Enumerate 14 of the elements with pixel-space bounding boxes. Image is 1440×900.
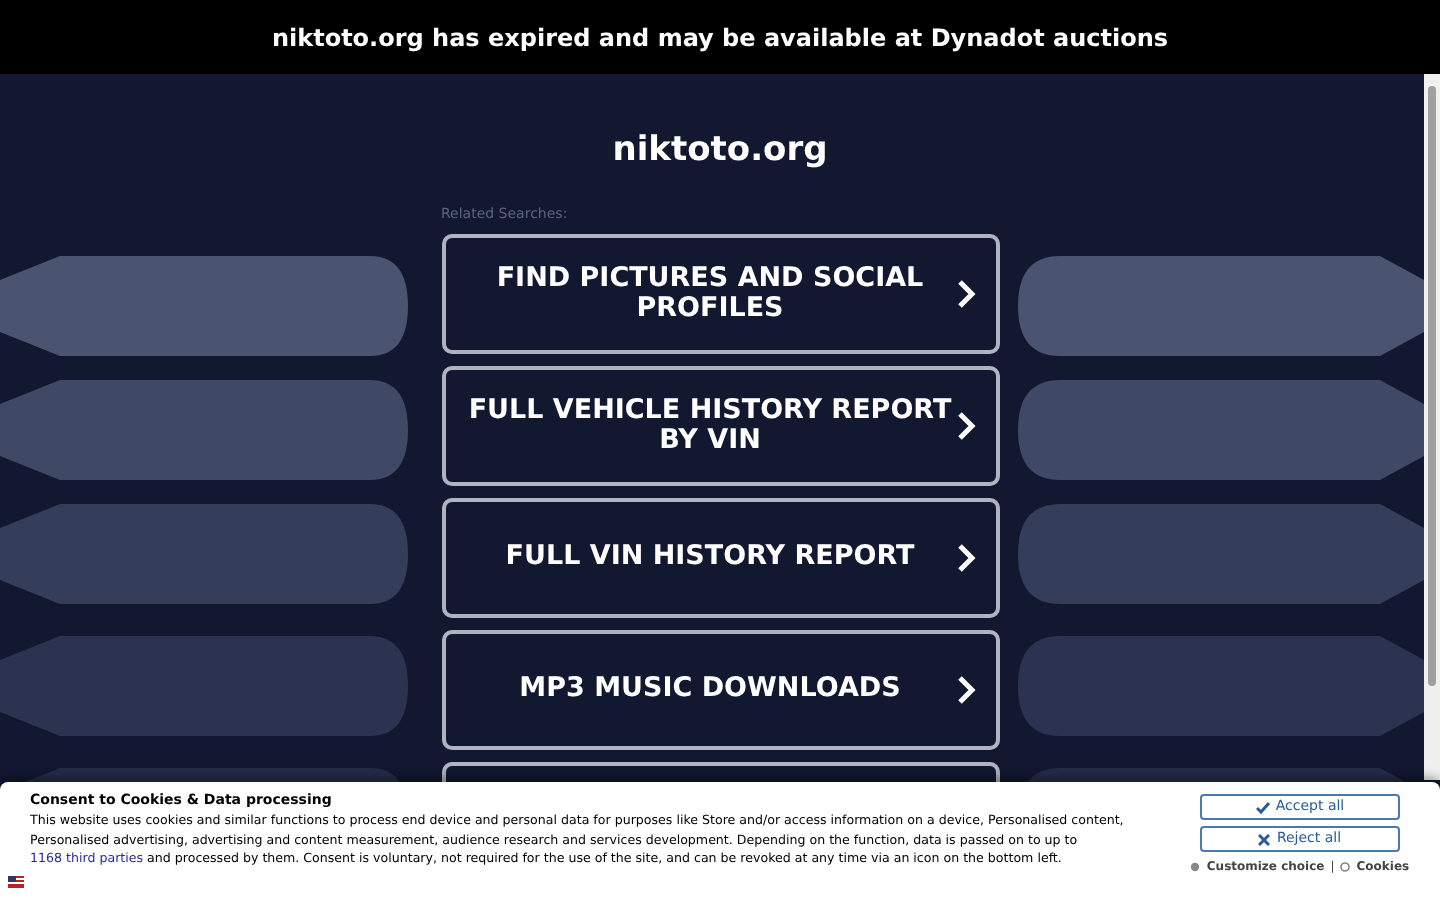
close-icon bbox=[1258, 833, 1271, 845]
search-link[interactable]: FULL VEHICLE HISTORY REPORT BY VIN bbox=[441, 365, 999, 485]
cookie-icon bbox=[1340, 862, 1351, 872]
chevron-icon bbox=[955, 279, 975, 307]
search-link[interactable]: MP3 MUSIC DOWNLOADS bbox=[441, 629, 999, 749]
flag-icon[interactable] bbox=[8, 875, 24, 887]
search-link[interactable]: FIND PICTURES AND SOCIAL PROFILES bbox=[441, 233, 999, 353]
search-link[interactable]: FULL VIN HISTORY REPORT bbox=[441, 497, 999, 617]
banner-text: niktoto.org has expired and may be available at Dynadot auctions bbox=[271, 21, 1169, 55]
check-icon bbox=[1255, 801, 1270, 813]
site-title: niktoto.org bbox=[612, 128, 828, 172]
chevron-icon bbox=[955, 543, 975, 571]
chevron-icon bbox=[955, 411, 975, 439]
chevron-icon bbox=[955, 675, 975, 703]
